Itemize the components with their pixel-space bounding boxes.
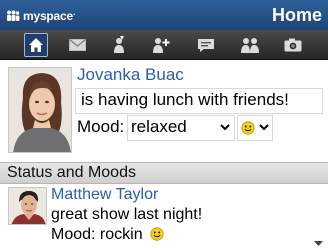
profile-photo[interactable] bbox=[8, 67, 72, 153]
page-title: Home bbox=[271, 5, 322, 25]
profile-name-link[interactable]: Jovanka Buac bbox=[77, 65, 184, 85]
section-header: Status and Moods bbox=[0, 162, 328, 184]
mood-label: Mood: bbox=[77, 117, 125, 136]
friend-name-link[interactable]: Matthew Taylor bbox=[51, 186, 158, 204]
logo-suffix: . bbox=[72, 8, 76, 17]
people-icon bbox=[7, 10, 20, 21]
home-icon bbox=[29, 38, 43, 52]
logo-text: myspace bbox=[23, 9, 73, 23]
smiley-icon bbox=[150, 227, 164, 241]
friends-button[interactable] bbox=[238, 33, 262, 57]
list-item[interactable]: Matthew Taylor great show last night! Mo… bbox=[0, 185, 328, 248]
camera-icon bbox=[284, 38, 302, 52]
add-friend-button[interactable] bbox=[149, 33, 173, 57]
chevron-down-icon bbox=[259, 124, 269, 131]
profile-photo-image bbox=[9, 68, 71, 152]
friend-status-text: great show last night! bbox=[51, 206, 203, 223]
status-update-icon bbox=[114, 36, 124, 53]
mood-emoticon-dropdown[interactable] bbox=[237, 115, 273, 141]
friend-mood: Mood: rockin bbox=[51, 226, 164, 244]
main-toolbar bbox=[0, 30, 328, 60]
add-friend-icon bbox=[153, 37, 170, 53]
friends-icon bbox=[241, 37, 259, 53]
comment-icon bbox=[198, 38, 214, 52]
app-header: myspace. Home bbox=[0, 0, 328, 30]
smiley-icon bbox=[241, 121, 255, 135]
friend-photo-image bbox=[9, 188, 46, 224]
scroll-down-icon[interactable] bbox=[314, 241, 323, 246]
myspace-logo: myspace. bbox=[6, 8, 75, 23]
mail-button[interactable] bbox=[65, 33, 89, 57]
friend-mood-text: Mood: rockin bbox=[51, 226, 143, 243]
status-update-button[interactable] bbox=[107, 33, 131, 57]
friend-avatar[interactable] bbox=[8, 187, 47, 225]
status-input[interactable]: is having lunch with friends! bbox=[75, 88, 323, 114]
comments-button[interactable] bbox=[194, 33, 218, 57]
home-button[interactable] bbox=[24, 33, 48, 57]
my-profile-section: Jovanka Buac is having lunch with friend… bbox=[0, 61, 328, 162]
chevron-down-icon bbox=[220, 124, 230, 131]
envelope-icon bbox=[68, 39, 86, 51]
mood-dropdown[interactable]: relaxed bbox=[127, 115, 235, 141]
mood-value: relaxed bbox=[131, 117, 187, 136]
photos-button[interactable] bbox=[281, 33, 305, 57]
